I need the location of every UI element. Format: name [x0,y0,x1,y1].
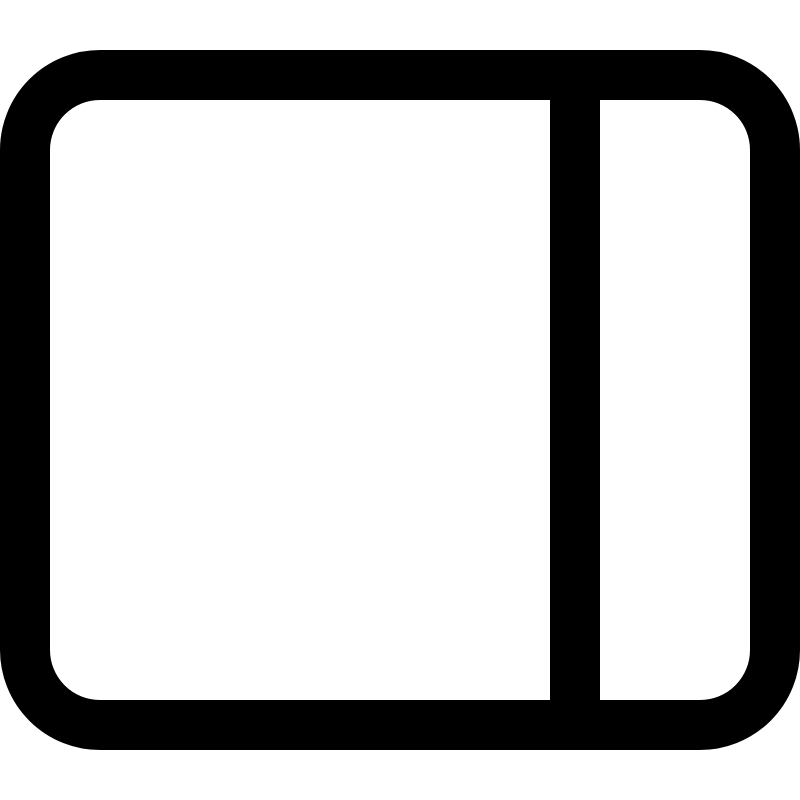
icon-canvas [0,0,800,800]
sidebar-right-icon [0,50,800,750]
window-frame [0,50,800,750]
